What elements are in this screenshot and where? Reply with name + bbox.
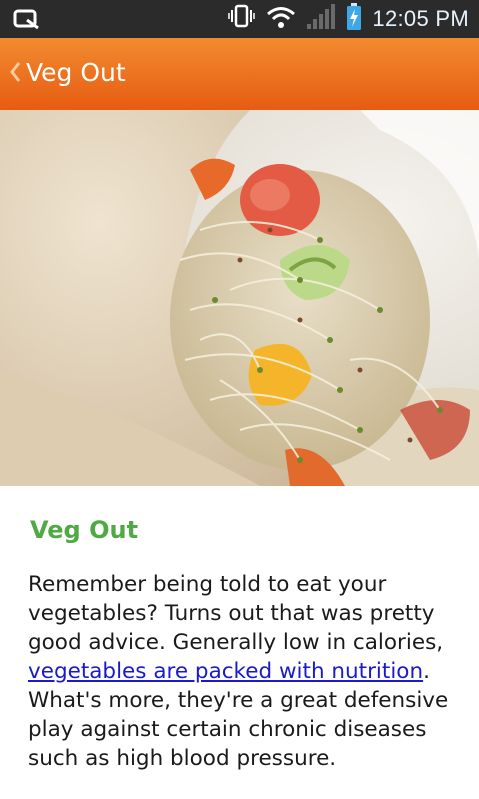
app-notification-icon	[12, 8, 42, 30]
chevron-left-icon[interactable]	[8, 60, 22, 84]
nutrition-link[interactable]: vegetables are packed with nutrition	[28, 659, 423, 684]
article-title: Veg Out	[30, 516, 139, 544]
signal-icon	[306, 4, 336, 34]
wifi-icon	[266, 5, 296, 33]
app-bar-title[interactable]: Veg Out	[26, 58, 126, 87]
article-body: Remember being told to eat your vegetabl…	[28, 570, 458, 773]
status-time: 12:05 PM	[372, 6, 469, 31]
status-bar: 12:05 PM	[0, 0, 479, 38]
battery-charging-icon	[346, 3, 362, 35]
vibrate-icon	[228, 3, 256, 35]
veggie-wrap-photo	[0, 110, 479, 486]
article-paragraph-start: Remember being told to eat your vegetabl…	[28, 572, 444, 655]
app-bar: Veg Out	[0, 38, 479, 110]
